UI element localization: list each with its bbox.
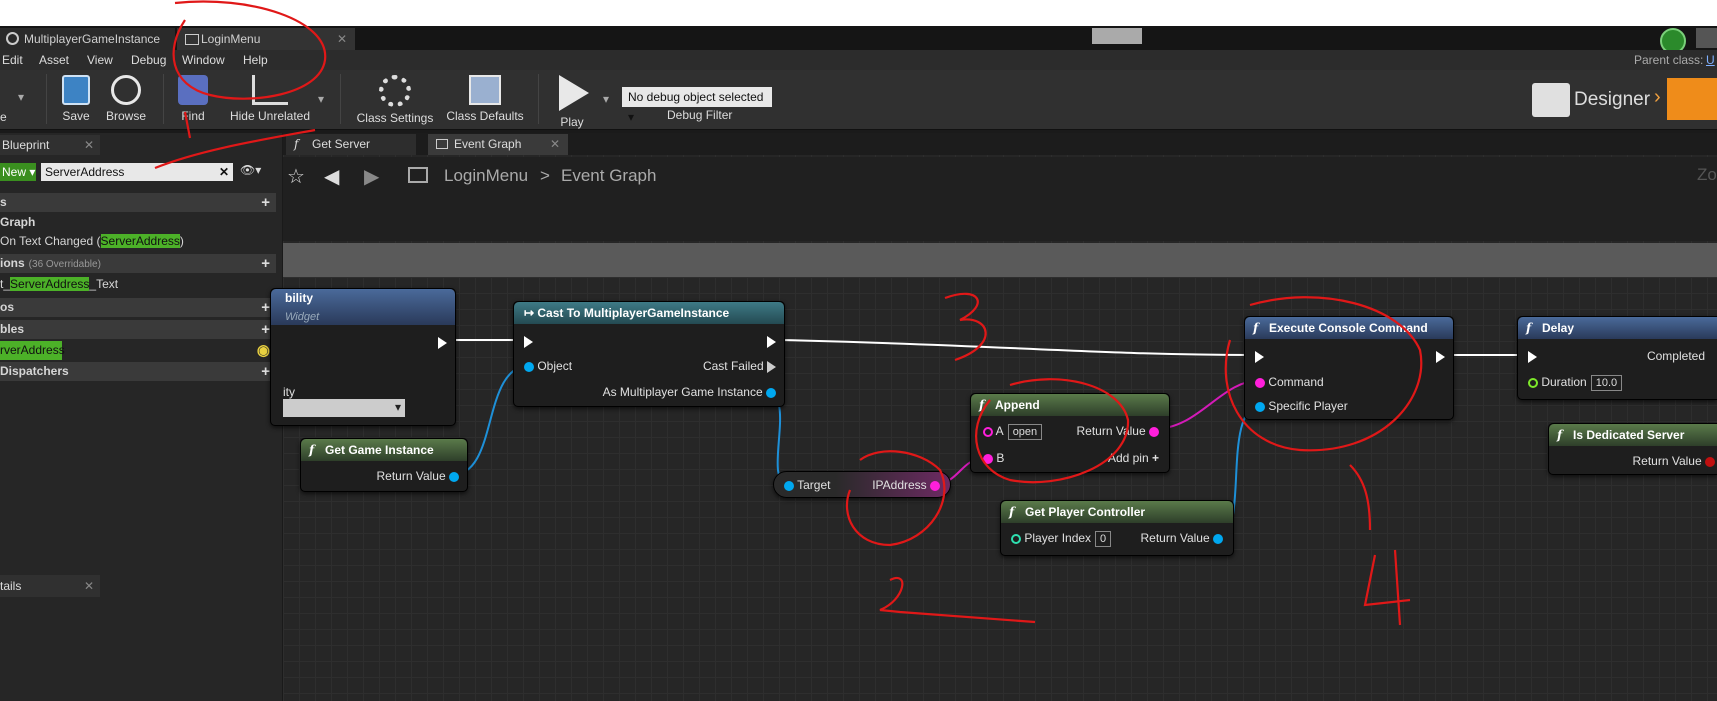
annotation-circle [845,450,946,547]
annotation-number-4 [1363,549,1411,626]
annotation-line [1349,464,1372,531]
annotation-number-3 [944,292,987,362]
annotation-circle [172,0,327,100]
annotation-layer [154,0,1423,626]
annotation-circle [975,378,1130,484]
annotation-number-2 [879,576,1036,624]
annotation-circle [1224,296,1423,452]
annotation-arrow [154,111,316,170]
